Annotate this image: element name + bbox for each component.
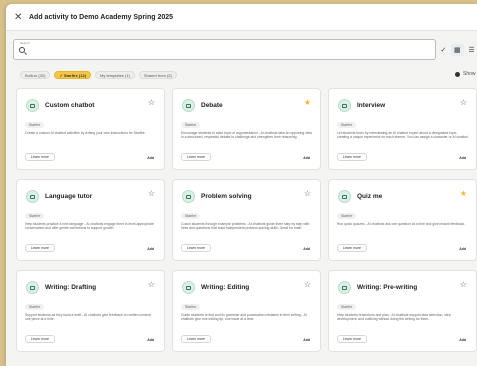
learn-more-button[interactable]: Learn more	[181, 335, 211, 343]
add-button[interactable]: Add	[459, 156, 466, 160]
chat-icon	[338, 99, 351, 112]
card-tag: Starfire	[337, 213, 357, 219]
card-title: Interview	[357, 102, 386, 109]
check-icon: ✓	[59, 73, 63, 78]
chat-icon	[182, 281, 195, 294]
filter-chip-built-in[interactable]: Built-in (32)	[20, 71, 51, 79]
add-button[interactable]: Add	[303, 338, 310, 342]
activity-card[interactable]: Problem solving ☆ Starfire Coach student…	[172, 179, 321, 261]
card-description: Help students brainstorm and plan - AI c…	[337, 313, 451, 322]
add-button[interactable]: Add	[303, 156, 310, 160]
chat-icon	[26, 99, 39, 112]
card-title: Writing: Drafting	[45, 284, 97, 291]
chat-icon	[338, 190, 351, 203]
learn-more-button[interactable]: Learn more	[25, 153, 55, 161]
star-icon[interactable]: ☆	[148, 281, 155, 289]
filter-chip-label: Starfire (12)	[63, 73, 87, 78]
star-filled-icon[interactable]: ★	[304, 99, 311, 107]
add-button[interactable]: Add	[147, 247, 154, 251]
show-settings[interactable]: Show	[455, 71, 476, 77]
grid-view-icon[interactable]: ▦	[450, 43, 464, 56]
card-description: Support students as they build a draft -…	[25, 313, 152, 322]
card-tag: Starfire	[25, 122, 45, 128]
add-button[interactable]: Add	[147, 338, 154, 342]
star-filled-icon[interactable]: ★	[460, 190, 467, 198]
activity-card[interactable]: Writing: Editing ☆ Starfire Guide studen…	[172, 270, 321, 352]
star-icon[interactable]: ☆	[304, 190, 311, 198]
card-title: Custom chatbot	[45, 102, 95, 109]
activity-card[interactable]: Custom chatbot ☆ Starfire Create a custo…	[16, 88, 165, 170]
chat-icon	[26, 190, 39, 203]
activity-card[interactable]: Language tutor ☆ Starfire Help students …	[16, 179, 165, 261]
filter-chip-shared[interactable]: Shared from (2)	[138, 71, 177, 79]
card-tag: Starfire	[337, 304, 357, 310]
card-title: Debate	[201, 102, 223, 109]
search-input[interactable]: Search	[13, 39, 436, 60]
add-button[interactable]: Add	[459, 247, 466, 251]
add-button[interactable]: Add	[459, 338, 466, 342]
activity-card[interactable]: Quiz me ★ Starfire Run quick quizzes - A…	[328, 179, 477, 261]
learn-more-button[interactable]: Learn more	[337, 244, 367, 252]
card-title: Writing: Pre-writing	[357, 284, 418, 291]
learn-more-button[interactable]: Learn more	[25, 335, 55, 343]
search-icon	[19, 47, 25, 53]
show-label: Show	[463, 71, 476, 77]
add-button[interactable]: Add	[303, 247, 310, 251]
card-description: Coach students through example problems …	[181, 222, 310, 231]
add-button[interactable]: Add	[147, 156, 154, 160]
card-tag: Starfire	[181, 213, 201, 219]
add-activity-dialog: ✕ Add activity to Demo Academy Spring 20…	[6, 4, 477, 366]
star-icon[interactable]: ☆	[148, 99, 155, 107]
card-tag: Starfire	[181, 304, 201, 310]
gear-icon	[455, 71, 460, 77]
card-description: Guide students to find and fix grammar a…	[181, 313, 307, 322]
filter-chips: Built-in (32) ✓Starfire (12) My template…	[20, 70, 177, 80]
learn-more-button[interactable]: Learn more	[181, 244, 211, 252]
search-row: Search ✓ ▦ ☰	[6, 31, 477, 63]
search-label: Search	[20, 41, 30, 45]
learn-more-button[interactable]: Learn more	[337, 153, 367, 161]
filter-chip-starfire[interactable]: ✓Starfire (12)	[54, 71, 92, 79]
chat-icon	[182, 99, 195, 112]
card-description: Run quick quizzes - AI chatbots ask one …	[337, 222, 466, 226]
filter-chip-my-templates[interactable]: My templates (1)	[95, 71, 135, 79]
activity-card[interactable]: Writing: Pre-writing ☆ Starfire Help stu…	[328, 270, 477, 352]
activity-card[interactable]: Debate ★ Starfire Encourage students to …	[172, 88, 321, 170]
card-title: Quiz me	[357, 193, 383, 200]
card-tag: Starfire	[181, 122, 201, 128]
close-icon[interactable]: ✕	[14, 12, 26, 23]
chat-icon	[338, 281, 351, 294]
list-view-icon[interactable]: ☰	[468, 46, 474, 54]
card-description: Encourage students to state topic of arg…	[181, 131, 312, 140]
card-title: Writing: Editing	[201, 284, 250, 291]
card-tag: Starfire	[25, 213, 45, 219]
check-icon: ✓	[440, 46, 447, 54]
card-tag: Starfire	[25, 304, 45, 310]
card-description: Help students practice a new language - …	[25, 222, 154, 231]
star-icon[interactable]: ☆	[304, 281, 311, 289]
card-description: Create a custom AI chatbot activities by…	[25, 131, 146, 135]
card-tag: Starfire	[337, 122, 357, 128]
learn-more-button[interactable]: Learn more	[337, 335, 367, 343]
dialog-title: Add activity to Demo Academy Spring 2025	[29, 13, 174, 21]
star-icon[interactable]: ☆	[460, 281, 467, 289]
card-title: Language tutor	[45, 193, 93, 200]
star-icon[interactable]: ☆	[148, 190, 155, 198]
dialog-header: ✕ Add activity to Demo Academy Spring 20…	[6, 4, 477, 31]
chat-icon	[182, 190, 195, 203]
card-title: Problem solving	[201, 193, 252, 200]
activity-card[interactable]: Interview ☆ Starfire Let students learn …	[328, 88, 477, 170]
activity-card[interactable]: Writing: Drafting ☆ Starfire Support stu…	[16, 270, 165, 352]
learn-more-button[interactable]: Learn more	[181, 153, 211, 161]
card-description: Let students learn by interviewing an AI…	[337, 131, 469, 140]
learn-more-button[interactable]: Learn more	[25, 244, 55, 252]
star-icon[interactable]: ☆	[460, 99, 467, 107]
activity-grid: Custom chatbot ☆ Starfire Create a custo…	[16, 88, 477, 352]
view-toggle: ✓ ▦ ☰	[438, 39, 477, 60]
chat-icon	[26, 281, 39, 294]
